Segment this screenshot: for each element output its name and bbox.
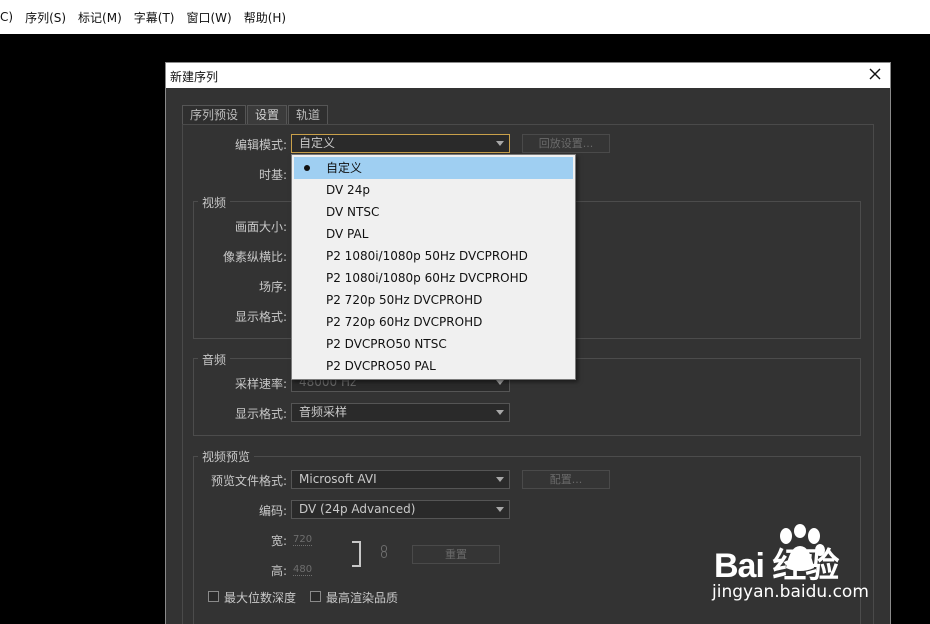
menu-item-clip[interactable]: C) [0, 10, 19, 24]
option-label: P2 1080i/1080p 60Hz DVCPROHD [326, 271, 528, 285]
sample-rate-label: 采样速率: [234, 377, 287, 391]
codec-select[interactable]: DV (24p Advanced) [291, 500, 510, 519]
pixel-aspect-label: 像素纵横比: [222, 250, 287, 264]
edit-mode-label: 编辑模式: [234, 138, 287, 152]
dropdown-option[interactable]: P2 DVCPRO50 PAL [294, 355, 573, 377]
option-label: DV NTSC [326, 205, 380, 219]
tab-sequence-presets[interactable]: 序列预设 [182, 105, 247, 124]
option-label: P2 720p 60Hz DVCPROHD [326, 315, 483, 329]
audio-group-label: 音频 [198, 351, 231, 368]
option-label: P2 1080i/1080p 50Hz DVCPROHD [326, 249, 528, 263]
menu-item-title[interactable]: 字幕(T) [128, 9, 181, 26]
menu-item-sequence[interactable]: 序列(S) [19, 9, 72, 26]
video-preview-group-label: 视频预览 [198, 448, 255, 465]
max-render-quality-checkbox[interactable] [310, 591, 321, 602]
option-label: P2 DVCPRO50 NTSC [326, 337, 447, 351]
option-label: P2 DVCPRO50 PAL [326, 359, 436, 373]
chain-link-icon[interactable] [380, 545, 388, 558]
dialog-title: 新建序列 [170, 70, 219, 84]
reset-button[interactable]: 重置 [412, 545, 500, 564]
option-label: DV PAL [326, 227, 369, 241]
menu-item-help[interactable]: 帮助(H) [238, 9, 292, 26]
menu-item-window[interactable]: 窗口(W) [180, 9, 237, 26]
frame-size-label: 画面大小: [234, 220, 287, 234]
aspect-link-bracket [352, 541, 361, 567]
playback-settings-button[interactable]: 回放设置... [522, 134, 610, 153]
menu-bar: C) 序列(S) 标记(M) 字幕(T) 窗口(W) 帮助(H) [0, 0, 930, 34]
field-order-label: 场序: [258, 280, 287, 294]
max-bit-depth-label: 最大位数深度 [224, 591, 297, 605]
chevron-down-icon [496, 141, 504, 146]
max-bit-depth-checkbox[interactable] [208, 591, 219, 602]
watermark-logo-text: Bai 经验 [714, 547, 839, 585]
codec-label: 编码: [258, 504, 287, 518]
close-icon[interactable] [866, 65, 884, 83]
menu-item-marker[interactable]: 标记(M) [72, 9, 128, 26]
dropdown-option[interactable]: DV PAL [294, 223, 573, 245]
audio-display-format-label: 显示格式: [234, 407, 287, 421]
tab-tracks[interactable]: 轨道 [288, 105, 329, 124]
dropdown-option[interactable]: P2 DVCPRO50 NTSC [294, 333, 573, 355]
audio-display-format-value: 音频采样 [299, 405, 348, 419]
codec-value: DV (24p Advanced) [299, 502, 416, 516]
video-display-format-label: 显示格式: [234, 310, 287, 324]
chevron-down-icon [496, 380, 504, 385]
configure-button[interactable]: 配置... [522, 470, 610, 489]
dropdown-option[interactable]: 自定义 [294, 157, 573, 179]
dropdown-option[interactable]: P2 1080i/1080p 60Hz DVCPROHD [294, 267, 573, 289]
width-label: 宽: [270, 534, 287, 548]
height-label: 高: [270, 564, 287, 578]
timebase-label: 时基: [258, 168, 287, 182]
edit-mode-value: 自定义 [299, 136, 336, 150]
chevron-down-icon [496, 477, 504, 482]
dropdown-option[interactable]: DV 24p [294, 179, 573, 201]
option-label: P2 720p 50Hz DVCPROHD [326, 293, 483, 307]
edit-mode-dropdown-list: 自定义 DV 24p DV NTSC DV PAL P2 1080i/1080p… [291, 154, 576, 380]
dialog-titlebar: 新建序列 [166, 63, 890, 88]
selected-bullet-icon [304, 165, 310, 171]
watermark-url: jingyan.baidu.com [712, 582, 869, 602]
dropdown-option[interactable]: P2 720p 60Hz DVCPROHD [294, 311, 573, 333]
chevron-down-icon [496, 507, 504, 512]
video-group-label: 视频 [198, 194, 231, 211]
edit-mode-select[interactable]: 自定义 [291, 134, 510, 153]
preview-file-format-label: 预览文件格式: [210, 474, 287, 488]
dropdown-option[interactable]: P2 1080i/1080p 50Hz DVCPROHD [294, 245, 573, 267]
dropdown-option[interactable]: DV NTSC [294, 201, 573, 223]
option-label: 自定义 [326, 161, 363, 175]
baidu-jingyan-watermark: Bai 经验 jingyan.baidu.com [710, 522, 930, 624]
option-label: DV 24p [326, 183, 370, 197]
max-render-quality-label: 最高渲染品质 [326, 591, 399, 605]
tab-settings[interactable]: 设置 [247, 105, 288, 124]
audio-display-format-select[interactable]: 音频采样 [291, 403, 510, 422]
tab-strip: 序列预设 设置 轨道 [182, 105, 329, 124]
preview-file-format-select[interactable]: Microsoft AVI [291, 470, 510, 489]
preview-file-format-value: Microsoft AVI [299, 472, 377, 486]
dropdown-option[interactable]: P2 720p 50Hz DVCPROHD [294, 289, 573, 311]
height-value[interactable]: 480 [293, 564, 313, 576]
width-value[interactable]: 720 [293, 534, 313, 546]
chevron-down-icon [496, 410, 504, 415]
